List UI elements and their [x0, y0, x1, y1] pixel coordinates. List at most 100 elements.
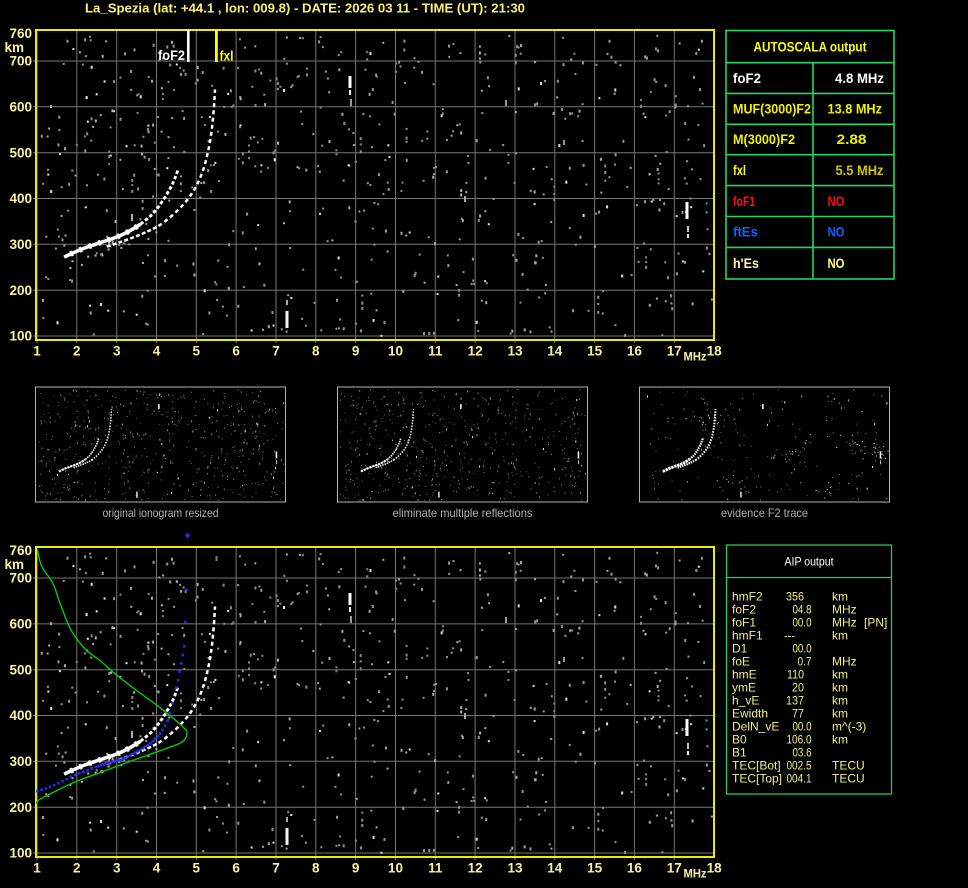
svg-text:NO: NO: [828, 225, 845, 240]
svg-text:km: km: [4, 557, 24, 572]
svg-text:AUTOSCALA output: AUTOSCALA output: [754, 39, 867, 54]
svg-text:500: 500: [9, 145, 32, 160]
svg-text:6: 6: [232, 344, 240, 359]
svg-text:137: 137: [786, 693, 804, 707]
svg-text:11: 11: [428, 344, 443, 359]
svg-text:MUF(3000)F2: MUF(3000)F2: [733, 102, 811, 117]
svg-text:04.8: 04.8: [793, 602, 812, 616]
svg-text:17: 17: [667, 344, 682, 359]
svg-text:foF2: foF2: [732, 602, 756, 616]
svg-text:6: 6: [232, 861, 240, 876]
svg-text:7: 7: [272, 861, 280, 876]
svg-text:Ewidth: Ewidth: [732, 706, 768, 720]
svg-text:TECU: TECU: [832, 758, 865, 772]
svg-text:ftEs: ftEs: [733, 225, 758, 240]
svg-text:km: km: [832, 589, 848, 603]
svg-text:2: 2: [73, 861, 81, 876]
svg-text:foF1: foF1: [733, 194, 755, 209]
svg-text:MHz: MHz: [684, 869, 707, 881]
svg-text:500: 500: [9, 662, 32, 677]
svg-text:MHz: MHz: [684, 352, 707, 364]
svg-text:600: 600: [9, 100, 32, 115]
svg-text:700: 700: [9, 571, 32, 586]
svg-text:7: 7: [272, 344, 280, 359]
svg-text:1: 1: [33, 861, 41, 876]
svg-text:13.8 MHz: 13.8 MHz: [828, 102, 883, 117]
svg-text:0.7: 0.7: [798, 654, 812, 668]
svg-text:km: km: [832, 628, 848, 642]
svg-text:356: 356: [786, 589, 804, 603]
svg-text:00.0: 00.0: [793, 615, 812, 629]
svg-text:03.6: 03.6: [793, 745, 812, 759]
svg-text:10: 10: [388, 861, 403, 876]
svg-text:20: 20: [792, 680, 804, 694]
svg-text:77: 77: [792, 706, 804, 720]
svg-text:400: 400: [9, 708, 32, 723]
svg-text:16: 16: [627, 344, 643, 359]
svg-text:12: 12: [468, 861, 483, 876]
svg-text:1: 1: [33, 344, 41, 359]
svg-text:NO: NO: [828, 256, 845, 271]
svg-text:5.5 MHz: 5.5 MHz: [836, 163, 884, 178]
svg-text:km: km: [832, 706, 848, 720]
svg-text:8: 8: [312, 344, 320, 359]
svg-text:TEC[Bot]: TEC[Bot]: [732, 758, 781, 772]
svg-text:hmF1: hmF1: [732, 628, 763, 642]
svg-text:5: 5: [193, 344, 201, 359]
svg-text:11: 11: [428, 861, 443, 876]
svg-text:B0: B0: [732, 732, 747, 746]
svg-text:MHz: MHz: [832, 615, 857, 629]
svg-text:3: 3: [113, 861, 121, 876]
svg-text:M(3000)F2: M(3000)F2: [733, 132, 795, 147]
svg-text:2: 2: [73, 344, 81, 359]
svg-text:00.0: 00.0: [793, 719, 812, 733]
svg-text:300: 300: [9, 237, 32, 252]
svg-text:foF2: foF2: [733, 71, 761, 86]
svg-text:DelN_vE: DelN_vE: [732, 719, 779, 733]
svg-text:18: 18: [707, 861, 723, 876]
svg-text:[PN]: [PN]: [864, 615, 887, 629]
svg-text:760: 760: [9, 543, 32, 558]
svg-text:AIP output: AIP output: [785, 555, 835, 569]
svg-text:km: km: [832, 693, 848, 707]
svg-text:100: 100: [9, 329, 32, 344]
svg-text:200: 200: [9, 283, 32, 298]
svg-text:760: 760: [9, 26, 32, 41]
svg-text:4: 4: [153, 861, 161, 876]
svg-text:km: km: [832, 667, 848, 681]
svg-text:12: 12: [468, 344, 483, 359]
svg-text:002.5: 002.5: [787, 758, 812, 772]
svg-text:MHz: MHz: [832, 602, 857, 616]
svg-text:300: 300: [9, 754, 32, 769]
svg-text:3: 3: [113, 344, 121, 359]
svg-text:h_vE: h_vE: [732, 693, 759, 707]
svg-text:10: 10: [388, 344, 403, 359]
svg-text:14: 14: [547, 344, 563, 359]
svg-text:15: 15: [587, 861, 603, 876]
svg-text:004.1: 004.1: [787, 771, 812, 785]
svg-text:110: 110: [787, 667, 804, 681]
svg-text:14: 14: [547, 861, 563, 876]
svg-text:700: 700: [9, 54, 32, 69]
svg-text:B1: B1: [732, 745, 747, 759]
svg-text:4.8 MHz: 4.8 MHz: [835, 71, 884, 86]
svg-text:100: 100: [9, 846, 32, 861]
svg-text:106.0: 106.0: [787, 732, 812, 746]
svg-text:fxl: fxl: [733, 163, 746, 178]
svg-text:La_Spezia (lat: +44.1 , lon: 0: La_Spezia (lat: +44.1 , lon: 009.8) - DA…: [85, 1, 525, 16]
svg-text:9: 9: [352, 344, 360, 359]
svg-text:km: km: [832, 732, 848, 746]
svg-text:2.88: 2.88: [837, 132, 868, 147]
svg-text:MHz: MHz: [832, 654, 857, 668]
svg-text:16: 16: [627, 861, 643, 876]
svg-text:4: 4: [153, 344, 161, 359]
svg-text:eliminate multiple reflections: eliminate multiple reflections: [393, 506, 533, 520]
svg-text:hmF2: hmF2: [732, 589, 763, 603]
svg-text:D1: D1: [732, 641, 748, 655]
svg-text:18: 18: [707, 344, 723, 359]
svg-text:TECU: TECU: [832, 771, 865, 785]
svg-text:fxl: fxl: [220, 49, 234, 64]
svg-text:200: 200: [9, 800, 32, 815]
svg-text:13: 13: [507, 344, 523, 359]
svg-text:9: 9: [352, 861, 360, 876]
